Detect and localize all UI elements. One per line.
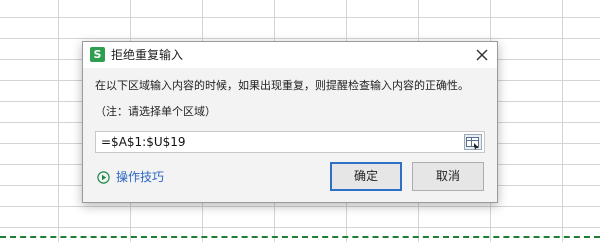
tips-link[interactable]: 操作技巧 <box>97 169 164 185</box>
play-circle-icon <box>97 170 110 184</box>
range-select-icon <box>466 137 479 150</box>
close-icon <box>476 49 488 61</box>
range-select-button[interactable] <box>464 134 482 150</box>
cancel-button[interactable]: 取消 <box>412 162 484 191</box>
range-input[interactable]: =$A$1:$U$19 <box>95 131 485 153</box>
range-value[interactable]: =$A$1:$U$19 <box>101 135 186 150</box>
tips-link-label[interactable]: 操作技巧 <box>116 169 164 185</box>
ok-button[interactable]: 确定 <box>330 162 402 191</box>
note-text: （注：请选择单个区域） <box>95 105 216 118</box>
instruction-text: 在以下区域输入内容的时候，如果出现重复，则提醒检查输入内容的正确性。 <box>95 79 469 92</box>
reject-duplicate-dialog: S 拒绝重复输入 在以下区域输入内容的时候，如果出现重复，则提醒检查输入内容的正… <box>82 41 498 203</box>
close-button[interactable] <box>471 44 493 66</box>
dialog-titlebar[interactable]: S 拒绝重复输入 <box>83 42 497 68</box>
dialog-title: 拒绝重复输入 <box>111 48 184 62</box>
copy-selection-border <box>0 236 600 238</box>
wps-spreadsheet-icon: S <box>90 47 105 62</box>
